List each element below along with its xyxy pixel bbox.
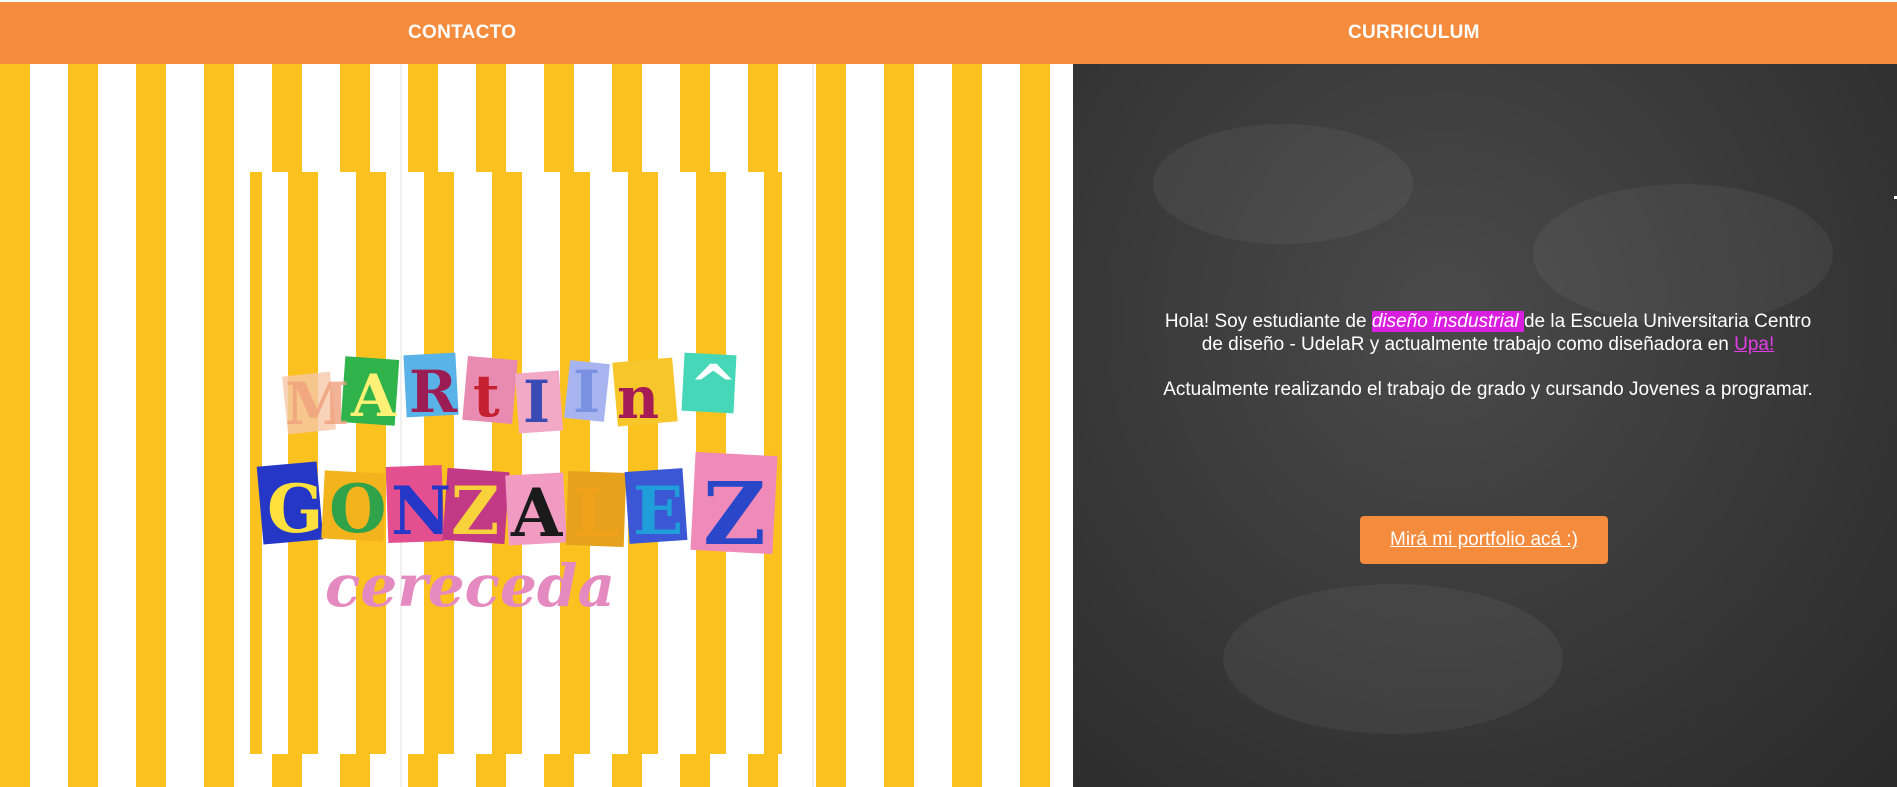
svg-text:A: A <box>510 474 563 552</box>
portfolio-button[interactable]: Mirá mi portfolio acá :) <box>1360 516 1608 564</box>
martina-gonzalez-logo: M A R t I I n ^ G O N Z A L E Z cereceda <box>256 352 778 620</box>
chalk-smudge <box>1533 184 1833 324</box>
svg-text:R: R <box>409 358 458 426</box>
hero-image-panel: M A R t I I n ^ G O N Z A L E Z cereceda <box>0 64 1073 787</box>
svg-text:Z: Z <box>703 464 766 565</box>
highlight-industrial-design: diseño insdustrial <box>1371 311 1524 332</box>
svg-text:I: I <box>573 358 600 426</box>
bio-paragraph-1: Hola! Soy estudiante de diseño insdustri… <box>1163 310 1813 356</box>
image-seam <box>812 64 814 787</box>
svg-text:M: M <box>285 370 349 438</box>
svg-text:Z: Z <box>451 472 499 550</box>
svg-text:A: A <box>350 362 397 430</box>
chalk-smudge <box>1153 124 1413 244</box>
svg-text:G: G <box>267 470 323 548</box>
about-panel: Hola! Soy estudiante de diseño insdustri… <box>1073 64 1897 787</box>
nav-contacto-link[interactable]: CONTACTO <box>408 2 516 64</box>
top-navbar: CONTACTO CURRICULUM <box>0 2 1897 64</box>
svg-text:t: t <box>473 362 500 430</box>
svg-text:^: ^ <box>689 352 738 420</box>
svg-text:cereceda: cereceda <box>325 552 615 620</box>
svg-text:I: I <box>523 368 550 436</box>
upa-link[interactable]: Upa! <box>1734 334 1774 355</box>
chalk-smudge <box>1223 584 1563 734</box>
bio-text-start: Hola! Soy estudiante de <box>1164 311 1372 332</box>
bio-paragraph-2: Actualmente realizando el trabajo de gra… <box>1163 379 1813 400</box>
svg-text:E: E <box>633 472 683 550</box>
bio-text: Hola! Soy estudiante de diseño insdustri… <box>1163 310 1813 423</box>
svg-text:O: O <box>329 470 387 548</box>
svg-text:N: N <box>391 472 451 550</box>
nav-curriculum-link[interactable]: CURRICULUM <box>1348 2 1480 64</box>
svg-text:L: L <box>573 474 619 552</box>
svg-text:n: n <box>617 364 659 432</box>
